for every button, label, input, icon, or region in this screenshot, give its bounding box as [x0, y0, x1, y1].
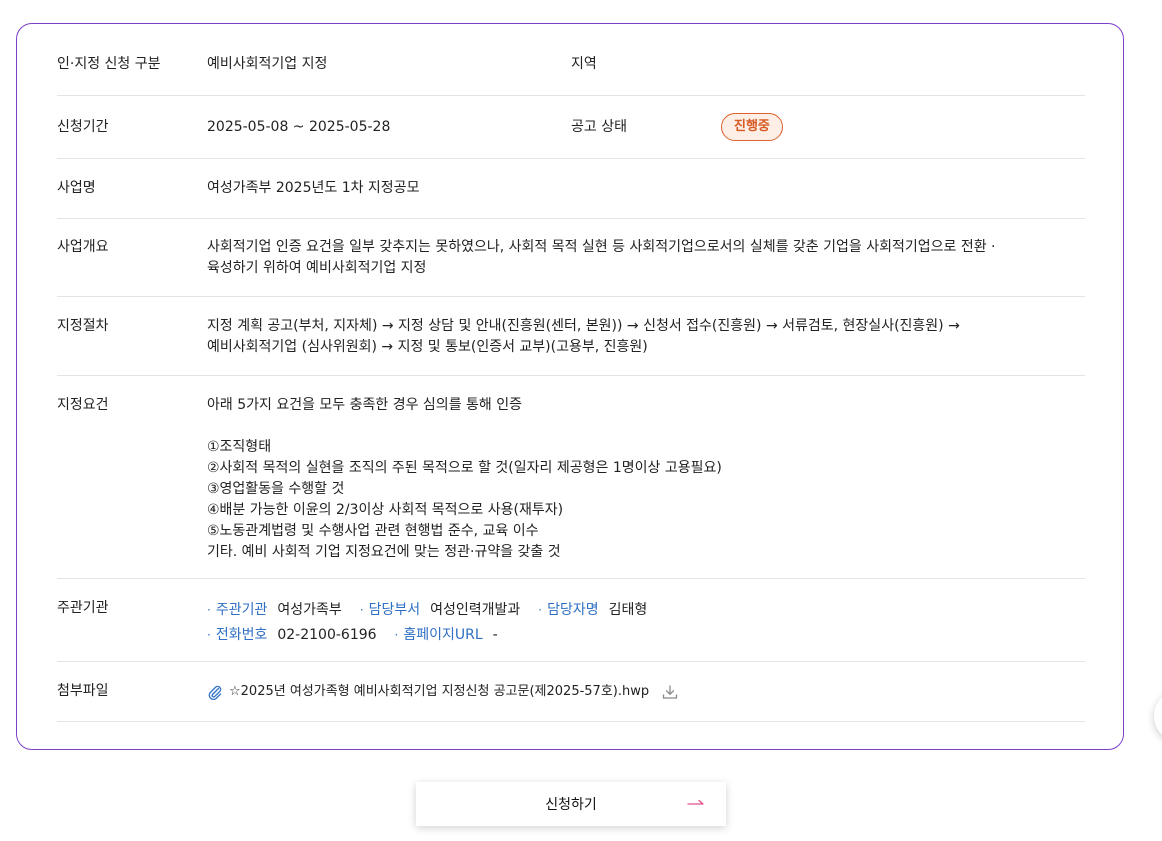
procedure-line: 지정 계획 공고(부처, 지자체) → 지정 상담 및 안내(진흥원(센터, 본… [207, 318, 960, 334]
procedure-line: 예비사회적기업 (심사위원회) → 지정 및 통보(인증서 교부)(고용부, 진… [207, 339, 648, 355]
row-procedure: 지정절차 지정 계획 공고(부처, 지자체) → 지정 상담 및 안내(진흥원(… [57, 297, 1085, 376]
procedure-value: 지정 계획 공고(부처, 지자체) → 지정 상담 및 안내(진흥원(센터, 본… [207, 316, 1085, 358]
overview-line: 사회적기업 인증 요건을 일부 갖추지는 못하였으나, 사회적 목적 실현 등 … [207, 239, 996, 255]
apply-button[interactable]: 신청하기 [416, 782, 726, 826]
announcement-detail-card: 인·지정 신청 구분 예비사회적기업 지정 지역 신청기간 2025-05-08… [16, 23, 1124, 750]
requirements-intro: 아래 5가지 요건을 모두 충족한 경우 심의를 통해 인증 [207, 397, 522, 413]
row-period: 신청기간 2025-05-08 ~ 2025-05-28 공고 상태 진행중 [57, 96, 1085, 159]
org-line-2: · 전화번호 02-2100-6196 · 홈페이지URL - [207, 623, 1085, 648]
procedure-label: 지정절차 [57, 318, 109, 334]
requirements-label: 지정요건 [57, 397, 109, 413]
biz-name-label: 사업명 [57, 180, 96, 196]
type-label: 인·지정 신청 구분 [57, 56, 161, 72]
floating-action-button[interactable] [1154, 690, 1162, 742]
row-biz-name: 사업명 여성가족부 2025년도 1차 지정공모 [57, 159, 1085, 219]
type-value: 예비사회적기업 지정 [207, 56, 328, 72]
overview-value: 사회적기업 인증 요건을 일부 갖추지는 못하였으나, 사회적 목적 실현 등 … [207, 237, 1085, 279]
bullet-icon: · [538, 603, 543, 617]
overview-label: 사업개요 [57, 239, 109, 255]
attach-label: 첨부파일 [57, 683, 109, 699]
arrow-right-icon [687, 799, 704, 805]
status-badge: 진행중 [721, 113, 783, 141]
requirement-item: ①조직형태 [207, 439, 272, 455]
org-manager-value: 김태형 [608, 602, 648, 618]
org-phone-value: 02-2100-6196 [277, 627, 377, 643]
requirements-value: 아래 5가지 요건을 모두 충족한 경우 심의를 통해 인증 ①조직형태 ②사회… [207, 395, 1085, 563]
org-value: · 주관기관 여성가족부 · 담당부서 여성인력개발과 · 담당자명 김태형 ·… [207, 598, 1085, 648]
bullet-icon: · [207, 628, 211, 642]
requirement-item: ②사회적 목적의 실현을 조직의 주된 목적으로 할 것(일자리 제공형은 1명… [207, 460, 722, 476]
requirement-item: ③영업활동을 수행할 것 [207, 481, 345, 497]
bullet-icon: · [207, 603, 211, 617]
period-value: 2025-05-08 ~ 2025-05-28 [207, 118, 391, 135]
region-label: 지역 [571, 56, 597, 72]
org-agency-value: 여성가족부 [277, 602, 342, 618]
attachment-filename[interactable]: ☆2025년 여성가족형 예비사회적기업 지정신청 공고문(제2025-57호)… [229, 681, 649, 702]
row-attachment: 첨부파일 ☆2025년 여성가족형 예비사회적기업 지정신청 공고문(제2025… [57, 662, 1085, 722]
row-organization: 주관기관 · 주관기관 여성가족부 · 담당부서 여성인력개발과 · 담당자명 … [57, 579, 1085, 662]
status-cell: 진행중 [721, 113, 1085, 141]
org-homepage: · 홈페이지URL - [395, 625, 498, 646]
org-line-1: · 주관기관 여성가족부 · 담당부서 여성인력개발과 · 담당자명 김태형 [207, 598, 1085, 623]
org-phone-key: 전화번호 [215, 627, 268, 643]
period-label: 신청기간 [57, 118, 109, 135]
org-phone: · 전화번호 02-2100-6196 [207, 625, 377, 646]
row-overview: 사업개요 사회적기업 인증 요건을 일부 갖추지는 못하였으나, 사회적 목적 … [57, 219, 1085, 297]
requirement-item: ⑤노동관계법령 및 수행사업 관련 현행법 준수, 교육 이수 [207, 523, 539, 539]
org-homepage-value[interactable]: - [493, 625, 498, 646]
org-dept: · 담당부서 여성인력개발과 [360, 600, 521, 621]
org-agency-key: 주관기관 [215, 602, 268, 618]
org-manager: · 담당자명 김태형 [538, 600, 647, 621]
status-label: 공고 상태 [571, 118, 627, 135]
apply-button-label: 신청하기 [545, 797, 597, 813]
org-label: 주관기관 [57, 600, 109, 616]
paperclip-icon [208, 685, 222, 700]
org-agency: · 주관기관 여성가족부 [207, 600, 342, 621]
requirement-item: 기타. 예비 사회적 기업 지정요건에 맞는 정관·규약을 갖출 것 [207, 544, 561, 560]
download-icon[interactable] [661, 683, 679, 701]
org-dept-value: 여성인력개발과 [430, 602, 521, 618]
biz-name-value: 여성가족부 2025년도 1차 지정공모 [207, 180, 420, 196]
bullet-icon: · [359, 603, 364, 617]
attachment-file[interactable]: ☆2025년 여성가족형 예비사회적기업 지정신청 공고문(제2025-57호)… [207, 681, 1085, 702]
org-dept-key: 담당부서 [368, 602, 421, 618]
row-type: 인·지정 신청 구분 예비사회적기업 지정 지역 [57, 34, 1085, 96]
detail-table: 인·지정 신청 구분 예비사회적기업 지정 지역 신청기간 2025-05-08… [57, 34, 1085, 722]
row-requirements: 지정요건 아래 5가지 요건을 모두 충족한 경우 심의를 통해 인증 ①조직형… [57, 376, 1085, 579]
org-manager-key: 담당자명 [547, 602, 599, 618]
bullet-icon: · [394, 628, 399, 642]
overview-line: 육성하기 위하여 예비사회적기업 지정 [207, 260, 427, 276]
org-homepage-key: 홈페이지URL [403, 627, 483, 643]
requirement-item: ④배분 가능한 이윤의 2/3이상 사회적 목적으로 사용(재투자) [207, 502, 564, 518]
